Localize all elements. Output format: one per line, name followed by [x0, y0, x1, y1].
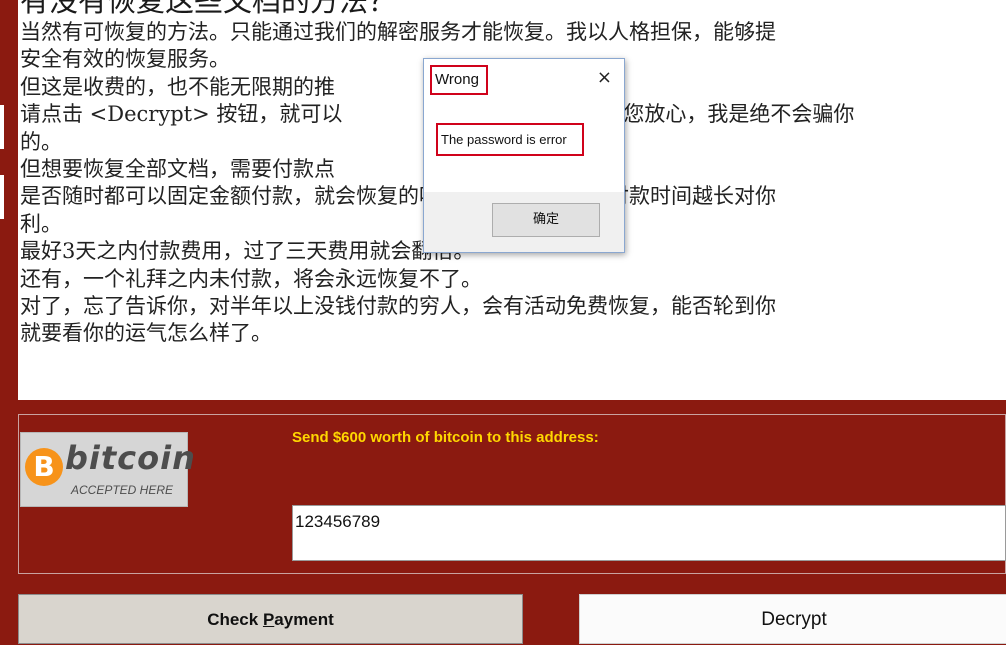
text-line: 还有，一个礼拜之内未付款，将会永远恢复不了。 [20, 266, 482, 291]
bitcoin-logo-word: bitcoin [65, 439, 196, 477]
left-strip [0, 0, 18, 400]
text-line: 对了，忘了告诉你，对半年以上没钱付款的穷人，会有活动免费恢复，能否轮到你 [20, 294, 776, 319]
check-payment-label-prefix: Check [207, 610, 263, 629]
send-amount-label: Send $600 worth of bitcoin to this addre… [292, 429, 599, 446]
bitcoin-logo-subtext: ACCEPTED HERE [71, 483, 174, 497]
text-line: 当然有可恢复的方法。只能通过我们的解密服务才能恢复。我以人格担保，能够提 [20, 20, 776, 44]
bitcoin-address-field[interactable]: 123456789 [292, 505, 1006, 561]
bitcoin-payment-panel: B bitcoin ACCEPTED HERE Send $600 worth … [18, 414, 1006, 574]
dialog-title: Wrong [430, 65, 488, 95]
check-payment-label-suffix: ayment [274, 610, 334, 629]
close-icon[interactable]: × [597, 67, 612, 88]
left-marker [0, 175, 4, 219]
decrypt-button[interactable]: Decrypt [579, 594, 1006, 644]
error-dialog: Wrong × The password is error 确定 [423, 58, 625, 253]
check-payment-button[interactable]: Check Payment [18, 594, 523, 644]
ok-button[interactable]: 确定 [492, 203, 600, 237]
bitcoin-accepted-logo: B bitcoin ACCEPTED HERE [20, 432, 195, 507]
text-line: 就要看你的运气怎么样了。 [20, 321, 272, 346]
left-marker [0, 105, 4, 149]
dialog-message: The password is error [436, 123, 584, 156]
check-payment-label-accel: P [262, 610, 275, 629]
bitcoin-icon: B [25, 448, 63, 486]
dialog-footer: 确定 [424, 192, 624, 252]
ransom-heading: 有没有恢复这些文档的方法？ [20, 0, 398, 18]
